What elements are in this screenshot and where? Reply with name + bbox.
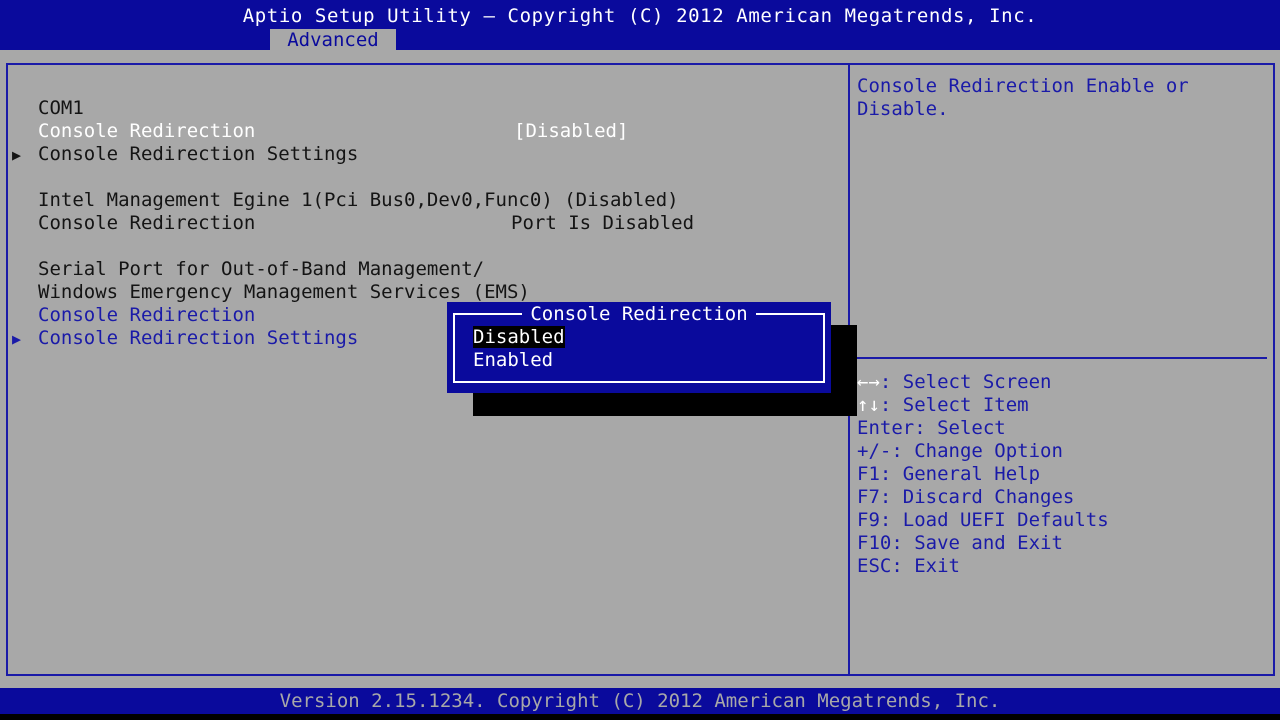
console-redirection-com1-label[interactable]: Console Redirection xyxy=(38,120,255,143)
popup-option-disabled[interactable]: Disabled xyxy=(473,326,565,349)
key-hint-f10: F10: Save and Exit xyxy=(857,532,1063,554)
key-hint-f1: F1: General Help xyxy=(857,463,1041,485)
popup-title-text: Console Redirection xyxy=(522,303,756,325)
popup-option-enabled[interactable]: Enabled xyxy=(473,349,553,372)
section-com1-title: COM1 xyxy=(38,97,84,119)
version-text: Version 2.15.1234. Copyright (C) 2012 Am… xyxy=(279,690,1001,712)
help-divider xyxy=(856,357,1267,359)
section-ems-title-line1: Serial Port for Out-of-Band Management/ xyxy=(38,258,485,280)
key-hint-esc: ESC: Exit xyxy=(857,555,960,577)
console-redirection-ems-label[interactable]: Console Redirection xyxy=(38,304,255,327)
console-redirection-ime-value: Port Is Disabled xyxy=(511,212,695,234)
console-redirection-com1-value[interactable]: [Disabled] xyxy=(514,120,628,143)
help-text-line1: Console Redirection Enable or xyxy=(857,75,1189,97)
status-bar: Version 2.15.1234. Copyright (C) 2012 Am… xyxy=(0,688,1280,714)
section-ime-title: Intel Management Egine 1(Pci Bus0,Dev0,F… xyxy=(38,189,679,211)
console-redirection-ime-label: Console Redirection xyxy=(38,212,256,234)
popup-option-disabled-label: Disabled xyxy=(473,326,565,348)
console-redirection-settings-com1[interactable]: Console Redirection Settings xyxy=(38,143,358,166)
console-redirection-settings-ems[interactable]: Console Redirection Settings xyxy=(38,327,358,350)
key-hint-select-screen: ←→: Select Screen xyxy=(857,371,1051,394)
key-hint-select-item: ↑↓: Select Item xyxy=(857,394,1029,417)
up-down-arrows-icon: ↑↓ xyxy=(857,394,880,416)
key-hint-f7: F7: Discard Changes xyxy=(857,486,1075,508)
section-ems-title-line2: Windows Emergency Management Services (E… xyxy=(38,281,530,303)
left-right-arrows-icon: ←→ xyxy=(857,371,880,393)
key-hint-change-option: +/-: Change Option xyxy=(857,440,1063,462)
console-redirection-popup: Console Redirection Disabled Enabled xyxy=(447,302,831,393)
tab-advanced[interactable]: Advanced xyxy=(270,29,396,51)
title-bar: Aptio Setup Utility – Copyright (C) 2012… xyxy=(0,0,1280,51)
popup-title: Console Redirection xyxy=(447,303,831,326)
key-hint-enter: Enter: Select xyxy=(857,417,1006,439)
help-text-line2: Disable. xyxy=(857,98,949,120)
key-hint-f9: F9: Load UEFI Defaults xyxy=(857,509,1109,531)
submenu-arrow-icon: ▶ xyxy=(12,146,22,164)
key-hint-select-screen-text: : Select Screen xyxy=(879,371,1052,393)
key-hint-select-item-text: : Select Item xyxy=(879,394,1029,416)
popup-option-enabled-label: Enabled xyxy=(473,349,554,371)
window-title: Aptio Setup Utility – Copyright (C) 2012… xyxy=(242,5,1038,27)
submenu-arrow-icon: ▶ xyxy=(12,330,22,348)
